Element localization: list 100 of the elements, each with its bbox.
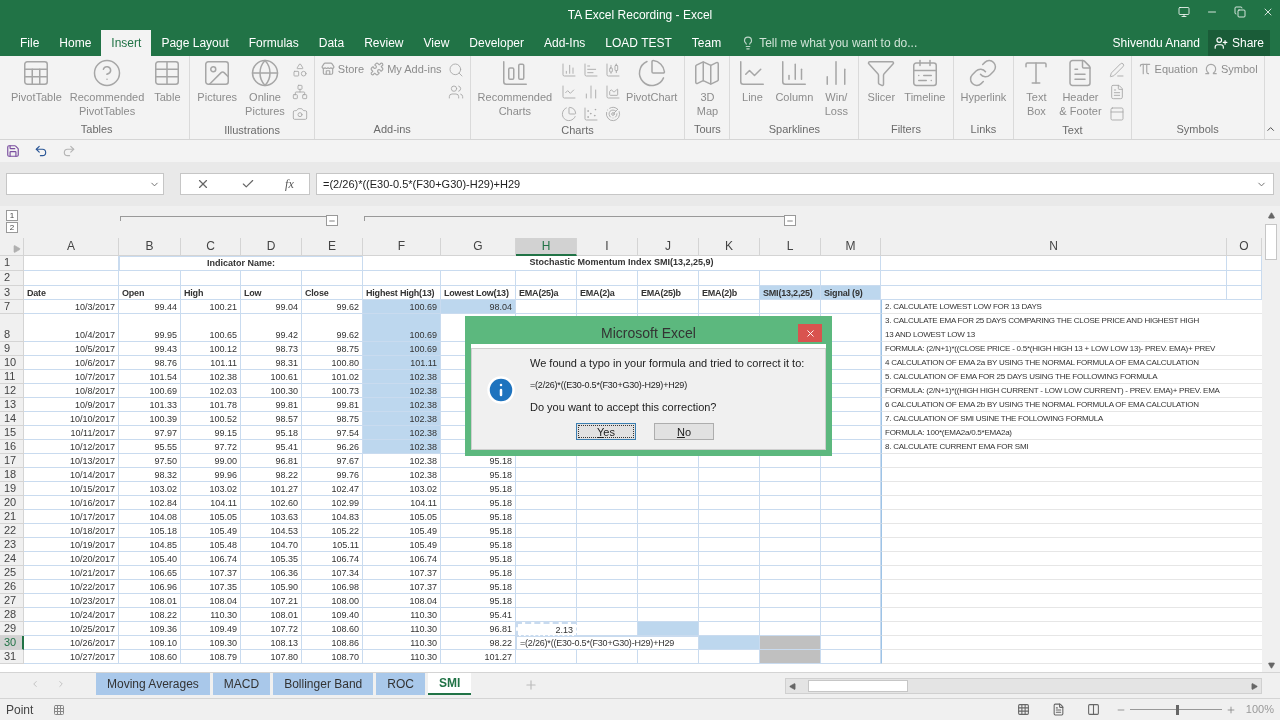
table-cell: 108.13 — [241, 636, 302, 650]
column-header[interactable]: N — [881, 238, 1227, 256]
row-header[interactable]: 31 — [0, 650, 24, 664]
header-cell: SMI(13,2,25) — [760, 286, 821, 300]
row-header[interactable]: 13 — [0, 398, 24, 412]
row-header[interactable]: 7 — [0, 300, 24, 314]
ribbon-tab[interactable]: File — [10, 30, 50, 56]
table-cell: 103.63 — [241, 510, 302, 524]
column-header[interactable]: K — [699, 238, 760, 256]
column-header[interactable]: C — [181, 238, 241, 256]
row-header[interactable]: 24 — [0, 552, 24, 566]
row-header[interactable]: 1 — [0, 256, 24, 271]
note-text: FORMULA: 100*(EMA2a/0.5*EMA2a) — [881, 426, 1262, 440]
sheet-tab[interactable]: Bollinger Band — [273, 673, 374, 695]
note-text: 3. CALCULATE EMA FOR 25 DAYS COMPARING THE CLOSE PRICE AND HIGHEST HIGH 13 AND LOWEST LOW 13 — [881, 314, 1211, 342]
table-cell: 105.49 — [181, 524, 241, 538]
table-cell: 10/4/2017 — [24, 314, 119, 342]
row-header[interactable]: 26 — [0, 580, 24, 594]
ribbon-tab[interactable]: LOAD TEST — [595, 30, 682, 56]
column-header[interactable]: A — [24, 238, 119, 256]
ribbon-tab[interactable]: Add-Ins — [534, 30, 596, 56]
column-header[interactable]: D — [241, 238, 302, 256]
column-header[interactable]: G — [441, 238, 516, 256]
table-cell: 105.05 — [181, 510, 241, 524]
ribbon-tab[interactable]: Team — [681, 30, 732, 56]
row-header[interactable]: 21 — [0, 510, 24, 524]
ribbon-tab[interactable]: Developer — [459, 30, 534, 56]
row-header[interactable]: 16 — [0, 440, 24, 454]
column-header[interactable]: B — [119, 238, 181, 256]
row-header[interactable]: 11 — [0, 370, 24, 384]
row-header[interactable]: 27 — [0, 594, 24, 608]
table-cell: 99.76 — [302, 468, 363, 482]
sheet-tab[interactable]: SMI — [427, 673, 472, 695]
ribbon-tab[interactable]: Insert — [101, 30, 152, 56]
ribbon-tab[interactable]: Data — [308, 30, 355, 56]
row-header[interactable]: 23 — [0, 538, 24, 552]
row-header[interactable]: 17 — [0, 454, 24, 468]
insert-function-button[interactable]: fx — [285, 175, 294, 193]
table-cell: 108.79 — [181, 650, 241, 664]
row-header[interactable]: 25 — [0, 566, 24, 580]
ribbon-tab[interactable]: Formulas — [238, 30, 309, 56]
column-header[interactable]: L — [760, 238, 821, 256]
table-cell: 10/8/2017 — [24, 384, 119, 398]
ribbon-tab[interactable]: Review — [354, 30, 414, 56]
table-cell: 104.85 — [119, 538, 181, 552]
column-header[interactable]: J — [638, 238, 699, 256]
dialog-button[interactable]: No — [654, 422, 714, 440]
header-cell: EMA(25)b — [638, 286, 699, 300]
row-header[interactable]: 9 — [0, 342, 24, 356]
row-header[interactable]: 22 — [0, 524, 24, 538]
row-header[interactable]: 18 — [0, 468, 24, 482]
row-header[interactable]: 10 — [0, 356, 24, 370]
row-header[interactable]: 15 — [0, 426, 24, 440]
row-header[interactable]: 8 — [0, 314, 24, 342]
outline-level-button[interactable]: 1 — [6, 210, 18, 221]
table-cell: 10/23/2017 — [24, 594, 119, 608]
note-text: FORMULA: (2/N+1)*((CLOSE PRICE - 0.5*(HIGH HIGH 13 + LOW LOW 13)- PREV. EMA)+ PREV — [881, 342, 1262, 356]
row-header[interactable]: 19 — [0, 482, 24, 496]
formula-field[interactable]: =(2/26)*((E30-0.5*(F30+G30)-H29)+H29 — [316, 173, 1274, 195]
ribbon-tab[interactable]: View — [413, 30, 460, 56]
column-header[interactable]: O — [1227, 238, 1262, 256]
table-cell: 107.37 — [363, 566, 441, 580]
row-header[interactable]: 28 — [0, 608, 24, 622]
row-header[interactable]: 20 — [0, 496, 24, 510]
row-header[interactable]: 2 — [0, 271, 24, 286]
table-cell: 95.18 — [441, 538, 516, 552]
column-header[interactable]: I — [577, 238, 638, 256]
table-cell: 99.96 — [181, 468, 241, 482]
row-header[interactable]: 12 — [0, 384, 24, 398]
column-header[interactable]: F — [363, 238, 441, 256]
note-text: 5. CALCULATION OF EMA FOR 25 DAYS USING THE FOLLOWING FORMULA — [881, 370, 1262, 384]
column-header[interactable]: E — [302, 238, 363, 256]
table-cell: 10/27/2017 — [24, 650, 119, 664]
group-label: Text — [1061, 123, 1084, 138]
table-cell: 96.81 — [241, 454, 302, 468]
user-name[interactable]: Shivendu Anand — [1104, 30, 1208, 56]
window-title: TA Excel Recording - Excel — [567, 7, 713, 24]
sheet-tab[interactable]: MACD — [212, 673, 271, 695]
row-header[interactable]: 3 — [0, 286, 24, 300]
dialog-button[interactable]: Yes — [576, 422, 636, 440]
sheet-tab[interactable]: Moving Averages — [96, 673, 210, 695]
table-cell: 103.02 — [181, 482, 241, 496]
table-cell: 101.11 — [363, 356, 441, 370]
ribbon-tab[interactable]: Home — [49, 30, 102, 56]
share-button[interactable]: Share — [1207, 30, 1270, 56]
table-cell: 98.22 — [241, 468, 302, 482]
row-header[interactable]: 14 — [0, 412, 24, 426]
row-header[interactable]: 29 — [0, 622, 24, 636]
table-cell: 99.44 — [119, 300, 181, 314]
row-header[interactable]: 30 — [0, 636, 24, 650]
sheet-tab[interactable]: ROC — [376, 673, 425, 695]
column-header[interactable]: M — [821, 238, 881, 256]
table-cell: 104.08 — [119, 510, 181, 524]
cell-editor[interactable]: =(2/26)*((E30-0.5*(F30+G30)-H29)+H29 — [516, 636, 699, 650]
table-cell: 110.30 — [363, 650, 441, 664]
table-cell: 102.38 — [363, 370, 441, 384]
tell-me-field[interactable]: Tell me what you want to do... — [741, 30, 960, 56]
ribbon-tab[interactable]: Page Layout — [151, 30, 239, 56]
outline-level-button[interactable]: 2 — [6, 222, 18, 233]
column-header[interactable]: H — [516, 238, 577, 256]
